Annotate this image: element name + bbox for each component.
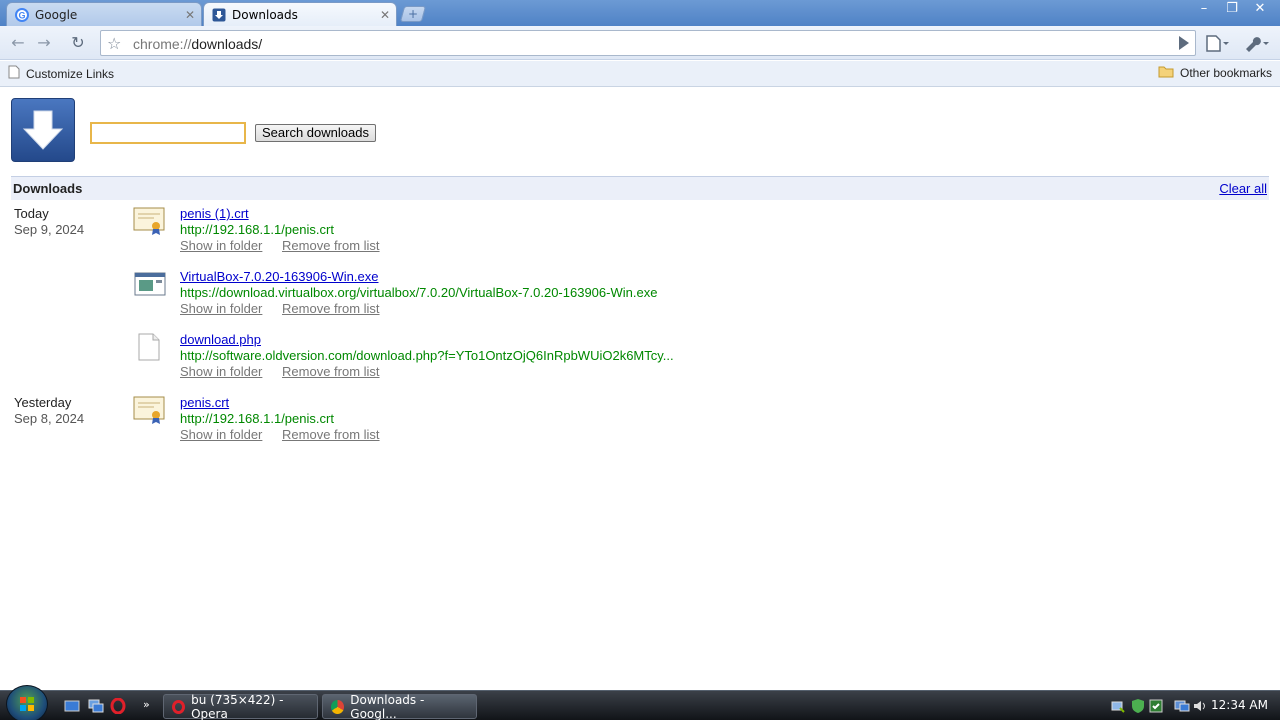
start-button[interactable] (6, 685, 48, 720)
download-filename-link[interactable]: penis.crt (180, 395, 229, 410)
tab-strip: G Google ✕ Downloads ✕ + – ❐ ✕ (0, 0, 1280, 26)
show-in-folder-link[interactable]: Show in folder (180, 427, 262, 442)
minimize-icon[interactable]: – (1190, 0, 1218, 20)
connection-icon[interactable] (1174, 698, 1190, 717)
download-filename-link[interactable]: VirtualBox-7.0.20-163906-Win.exe (180, 269, 379, 284)
search-downloads-input[interactable] (90, 122, 246, 144)
forward-arrow-icon[interactable]: → (34, 34, 54, 52)
reload-icon[interactable]: ↻ (68, 34, 88, 52)
star-icon[interactable]: ☆ (107, 34, 121, 53)
downloads-page: Search downloads Downloads Clear all Tod… (0, 88, 1280, 690)
page-menu-icon[interactable] (1204, 34, 1230, 52)
download-source-url[interactable]: http://192.168.1.1/penis.crt (180, 411, 334, 426)
maximize-icon[interactable]: ❐ (1218, 0, 1246, 20)
remove-from-list-link[interactable]: Remove from list (282, 427, 380, 442)
remove-from-list-link[interactable]: Remove from list (282, 238, 380, 253)
toolbar: ← → ↻ ☆ chrome://downloads/ (0, 26, 1280, 60)
tab-google[interactable]: G Google ✕ (6, 2, 202, 26)
address-url[interactable]: chrome://downloads/ (133, 36, 262, 52)
bookmark-label: Customize Links (26, 66, 115, 81)
folder-icon (1158, 65, 1174, 81)
installer-icon (132, 269, 166, 299)
window-controls: – ❐ ✕ (1190, 0, 1274, 20)
group-date-today: Sep 9, 2024 (14, 222, 85, 237)
plus-icon: + (407, 7, 419, 21)
chevron-icon[interactable]: » (143, 698, 159, 714)
download-filename-link[interactable]: download.php (180, 332, 261, 347)
address-bar[interactable]: ☆ chrome://downloads/ (100, 30, 1196, 56)
switch-windows-icon[interactable] (88, 698, 104, 714)
group-label-today: Today (14, 206, 49, 221)
page-icon (8, 65, 20, 82)
security-center-icon[interactable] (1148, 698, 1164, 717)
opera-icon (172, 699, 186, 714)
other-bookmarks[interactable]: Other bookmarks (1158, 65, 1272, 81)
remove-from-list-link[interactable]: Remove from list (282, 364, 380, 379)
back-arrow-icon[interactable]: ← (8, 34, 28, 52)
certificate-icon (132, 206, 166, 236)
downloads-logo-icon (11, 98, 75, 162)
tab-label: Downloads (232, 7, 298, 22)
taskbar-button-label: Downloads - Googl... (350, 692, 425, 720)
taskbar-button-chrome[interactable]: Downloads - Googl... (322, 692, 477, 720)
clock[interactable]: 12:34 AM (1211, 698, 1268, 712)
downloads-icon (212, 8, 226, 22)
download-source-url[interactable]: https://download.virtualbox.org/virtualb… (180, 285, 657, 300)
download-filename-link[interactable]: penis (1).crt (180, 206, 249, 221)
download-source-url[interactable]: http://192.168.1.1/penis.crt (180, 222, 334, 237)
network-icon[interactable] (1110, 698, 1126, 717)
taskbar-button-opera[interactable]: bu (735×422) - Opera (163, 692, 318, 720)
tab-downloads[interactable]: Downloads ✕ (203, 2, 397, 26)
bookmark-label: Other bookmarks (1180, 66, 1273, 80)
bookmark-customize-links[interactable]: Customize Links (8, 65, 114, 82)
show-in-folder-link[interactable]: Show in folder (180, 364, 262, 379)
downloads-title: Downloads (13, 181, 83, 196)
show-desktop-icon[interactable] (64, 698, 80, 714)
svg-text:G: G (18, 10, 25, 20)
remove-from-list-link[interactable]: Remove from list (282, 301, 380, 316)
show-in-folder-link[interactable]: Show in folder (180, 238, 262, 253)
close-icon[interactable]: ✕ (185, 8, 195, 22)
download-item: penis (1).crt http://192.168.1.1/penis.c… (130, 206, 730, 266)
taskbar: » bu (735×422) - Opera Downloads - Googl… (0, 685, 1280, 720)
tab-label: Google (35, 7, 78, 22)
close-icon[interactable]: ✕ (380, 8, 390, 22)
group-label-yesterday: Yesterday (14, 395, 72, 410)
volume-icon[interactable] (1192, 698, 1208, 717)
download-source-url[interactable]: http://software.oldversion.com/download.… (180, 348, 674, 363)
downloads-header: Downloads Clear all (11, 176, 1269, 200)
wrench-menu-icon[interactable] (1242, 34, 1272, 52)
clear-all-link[interactable]: Clear all (1219, 181, 1267, 196)
show-in-folder-link[interactable]: Show in folder (180, 301, 262, 316)
search-downloads-button[interactable]: Search downloads (255, 124, 376, 142)
blank-file-icon (132, 332, 166, 362)
shield-icon[interactable] (1130, 698, 1146, 717)
bookmarks-bar: Customize Links Other bookmarks (0, 61, 1280, 87)
group-date-yesterday: Sep 8, 2024 (14, 411, 85, 426)
close-window-icon[interactable]: ✕ (1246, 0, 1274, 20)
go-arrow-icon[interactable] (1179, 36, 1189, 50)
google-icon: G (15, 7, 29, 22)
download-item: penis.crt http://192.168.1.1/penis.crt S… (130, 395, 730, 455)
download-item: VirtualBox-7.0.20-163906-Win.exe https:/… (130, 269, 730, 329)
chrome-icon (331, 699, 345, 714)
system-tray: 12:34 AM (1110, 691, 1280, 720)
taskbar-button-label: bu (735×422) - Opera (191, 692, 284, 720)
certificate-icon (132, 395, 166, 425)
download-item: download.php http://software.oldversion.… (130, 332, 730, 392)
opera-icon[interactable] (110, 697, 126, 715)
new-tab-button[interactable]: + (399, 6, 427, 22)
